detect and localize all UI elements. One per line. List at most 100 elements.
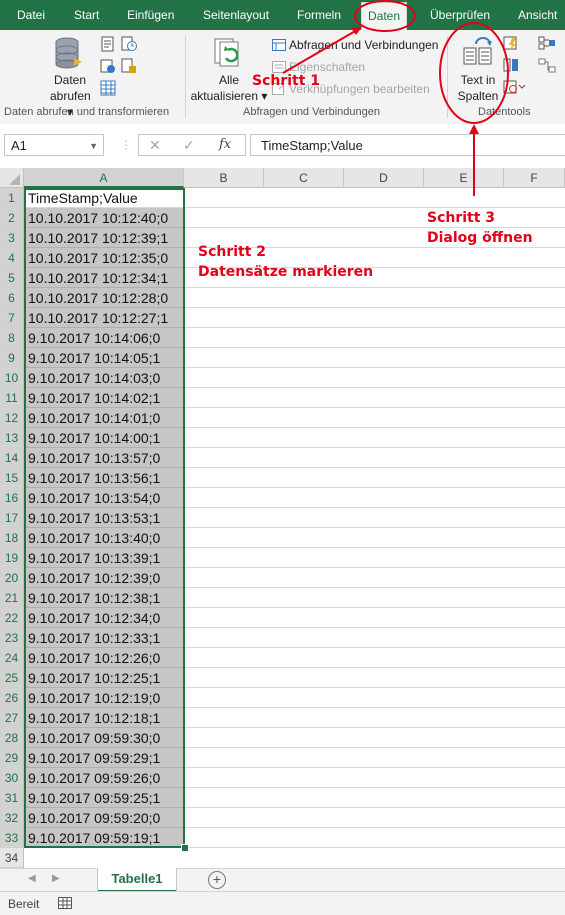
row-header-20[interactable]: 20 — [0, 568, 24, 588]
column-header-a[interactable]: A — [24, 168, 184, 188]
flash-fill-icon[interactable] — [503, 36, 519, 53]
row-header-9[interactable]: 9 — [0, 348, 24, 368]
consolidate-icon[interactable] — [538, 36, 556, 53]
row-header-16[interactable]: 16 — [0, 488, 24, 508]
from-text-icon[interactable] — [100, 36, 116, 55]
cell-a24[interactable]: 9.10.2017 10:12:26;0 — [25, 648, 185, 668]
relationships-icon[interactable] — [538, 58, 556, 77]
tab-daten[interactable]: Daten — [361, 2, 408, 31]
column-header-d[interactable]: D — [344, 168, 424, 188]
row-header-4[interactable]: 4 — [0, 248, 24, 268]
cell-a1[interactable]: TimeStamp;Value — [25, 188, 185, 208]
cell-a29[interactable]: 9.10.2017 09:59:29;1 — [25, 748, 185, 768]
cell-a28[interactable]: 9.10.2017 09:59:30;0 — [25, 728, 185, 748]
sheet-tab-tabelle1[interactable]: Tabelle1 — [98, 868, 176, 892]
tab-start[interactable]: Start — [74, 0, 99, 30]
cell-a23[interactable]: 9.10.2017 10:12:33;1 — [25, 628, 185, 648]
from-table-icon[interactable] — [100, 58, 116, 77]
row-header-14[interactable]: 14 — [0, 448, 24, 468]
row-header-7[interactable]: 7 — [0, 308, 24, 328]
cell-a11[interactable]: 9.10.2017 10:14:02;1 — [25, 388, 185, 408]
column-header-b[interactable]: B — [184, 168, 264, 188]
cell-a5[interactable]: 10.10.2017 10:12:34;1 — [25, 268, 185, 288]
name-box[interactable]: A1 ▼ — [4, 134, 104, 156]
abfragen-verbindungen-button[interactable]: Abfragen und Verbindungen — [272, 36, 438, 54]
row-header-32[interactable]: 32 — [0, 808, 24, 828]
row-header-10[interactable]: 10 — [0, 368, 24, 388]
add-sheet-icon[interactable]: + — [208, 871, 226, 889]
cell-a17[interactable]: 9.10.2017 10:13:53;1 — [25, 508, 185, 528]
fill-handle[interactable] — [181, 844, 189, 852]
chevron-down-icon[interactable]: ▼ — [89, 135, 98, 157]
cell-a3[interactable]: 10.10.2017 10:12:39;1 — [25, 228, 185, 248]
cell-a9[interactable]: 9.10.2017 10:14:05;1 — [25, 348, 185, 368]
cell-a13[interactable]: 9.10.2017 10:14:00;1 — [25, 428, 185, 448]
row-header-3[interactable]: 3 — [0, 228, 24, 248]
cell-a14[interactable]: 9.10.2017 10:13:57;0 — [25, 448, 185, 468]
cell-a27[interactable]: 9.10.2017 10:12:18;1 — [25, 708, 185, 728]
row-header-33[interactable]: 33 — [0, 828, 24, 848]
column-header-e[interactable]: E — [424, 168, 504, 188]
cell-a20[interactable]: 9.10.2017 10:12:39;0 — [25, 568, 185, 588]
cell-a10[interactable]: 9.10.2017 10:14:03;0 — [25, 368, 185, 388]
row-header-11[interactable]: 11 — [0, 388, 24, 408]
cell-a6[interactable]: 10.10.2017 10:12:28;0 — [25, 288, 185, 308]
cell-a30[interactable]: 9.10.2017 09:59:26;0 — [25, 768, 185, 788]
row-header-25[interactable]: 25 — [0, 668, 24, 688]
tab-datei[interactable]: Datei — [17, 0, 45, 30]
cell-a18[interactable]: 9.10.2017 10:13:40;0 — [25, 528, 185, 548]
row-header-22[interactable]: 22 — [0, 608, 24, 628]
insert-function-icon[interactable]: fx — [219, 137, 231, 152]
cell-a22[interactable]: 9.10.2017 10:12:34;0 — [25, 608, 185, 628]
row-header-1[interactable]: 1 — [0, 188, 24, 208]
sheet-prev-icon[interactable]: ◀ — [28, 873, 36, 884]
cell-a32[interactable]: 9.10.2017 09:59:20;0 — [25, 808, 185, 828]
row-header-24[interactable]: 24 — [0, 648, 24, 668]
cell-a31[interactable]: 9.10.2017 09:59:25;1 — [25, 788, 185, 808]
remove-duplicates-icon[interactable] — [503, 58, 519, 75]
row-header-6[interactable]: 6 — [0, 288, 24, 308]
row-header-13[interactable]: 13 — [0, 428, 24, 448]
row-header-12[interactable]: 12 — [0, 408, 24, 428]
cancel-icon[interactable]: ✕ — [149, 137, 161, 154]
cell-a4[interactable]: 10.10.2017 10:12:35;0 — [25, 248, 185, 268]
recent-sources-icon[interactable] — [121, 58, 137, 77]
row-header-21[interactable]: 21 — [0, 588, 24, 608]
formula-input[interactable]: TimeStamp;Value — [250, 134, 565, 156]
select-all-button[interactable] — [0, 168, 24, 188]
row-header-8[interactable]: 8 — [0, 328, 24, 348]
cell-a26[interactable]: 9.10.2017 10:12:19;0 — [25, 688, 185, 708]
cell-a25[interactable]: 9.10.2017 10:12:25;1 — [25, 668, 185, 688]
cell-a21[interactable]: 9.10.2017 10:12:38;1 — [25, 588, 185, 608]
from-web-icon[interactable] — [121, 36, 137, 55]
cell-a7[interactable]: 10.10.2017 10:12:27;1 — [25, 308, 185, 328]
data-validation-icon[interactable] — [503, 80, 526, 97]
row-header-15[interactable]: 15 — [0, 468, 24, 488]
row-header-17[interactable]: 17 — [0, 508, 24, 528]
sheet-next-icon[interactable]: ▶ — [52, 873, 60, 884]
column-header-f[interactable]: F — [504, 168, 565, 188]
row-header-19[interactable]: 19 — [0, 548, 24, 568]
tab-formeln[interactable]: Formeln — [297, 0, 341, 30]
cell-a12[interactable]: 9.10.2017 10:14:01;0 — [25, 408, 185, 428]
tab-ansicht[interactable]: Ansicht — [518, 0, 557, 30]
row-header-5[interactable]: 5 — [0, 268, 24, 288]
cell-a8[interactable]: 9.10.2017 10:14:06;0 — [25, 328, 185, 348]
cell-a19[interactable]: 9.10.2017 10:13:39;1 — [25, 548, 185, 568]
cell-a33[interactable]: 9.10.2017 09:59:19;1 — [25, 828, 185, 848]
text-in-spalten-button[interactable]: Text in Spalten — [455, 72, 501, 104]
column-header-c[interactable]: C — [264, 168, 344, 188]
row-header-2[interactable]: 2 — [0, 208, 24, 228]
tab-ueberpruefen[interactable]: Überprüfen — [430, 0, 490, 30]
row-header-34[interactable]: 34 — [0, 848, 24, 868]
row-header-27[interactable]: 27 — [0, 708, 24, 728]
existing-connections-icon[interactable] — [100, 80, 116, 99]
tab-einfuegen[interactable]: Einfügen — [127, 0, 174, 30]
row-header-18[interactable]: 18 — [0, 528, 24, 548]
cell-a15[interactable]: 9.10.2017 10:13:56;1 — [25, 468, 185, 488]
row-header-29[interactable]: 29 — [0, 748, 24, 768]
row-header-26[interactable]: 26 — [0, 688, 24, 708]
tab-seitenlayout[interactable]: Seitenlayout — [203, 0, 269, 30]
row-header-28[interactable]: 28 — [0, 728, 24, 748]
enter-icon[interactable]: ✓ — [183, 137, 195, 154]
